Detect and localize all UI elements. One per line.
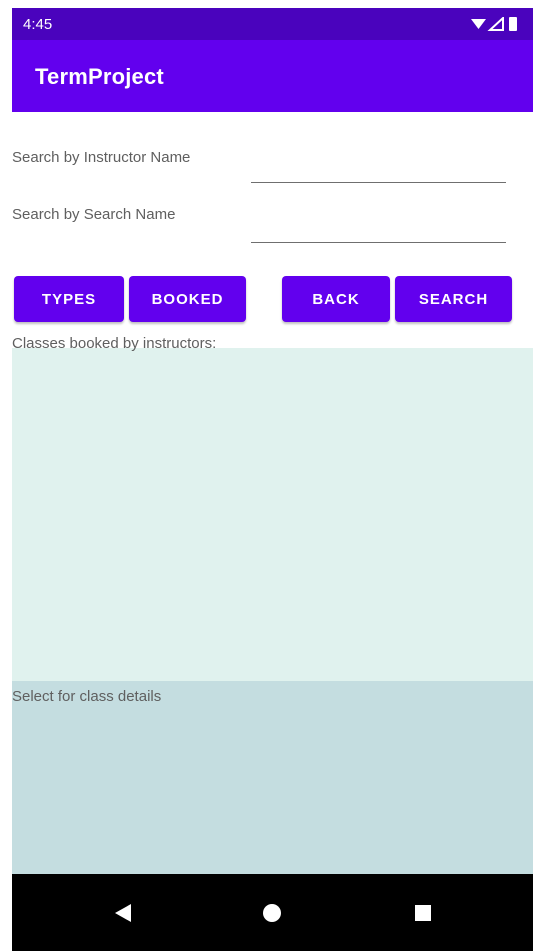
instructor-name-label: Search by Instructor Name	[12, 149, 191, 166]
types-button[interactable]: TYPES	[14, 276, 124, 322]
navigation-bar	[12, 874, 533, 951]
class-details-caption: Select for class details	[12, 688, 162, 705]
instructor-name-input[interactable]	[251, 150, 506, 183]
status-time: 4:45	[23, 16, 53, 33]
search-button[interactable]: SEARCH	[395, 276, 512, 322]
app-screen: 4:45 TermProject Search by Instructor Na…	[12, 8, 533, 951]
booked-classes-list[interactable]	[12, 348, 533, 681]
booked-classes-caption: Classes booked by instructors:	[12, 335, 217, 352]
battery-icon	[509, 17, 517, 31]
status-bar: 4:45	[12, 8, 533, 40]
nav-home-button[interactable]	[257, 898, 287, 928]
class-details-panel: Select for class details	[12, 681, 533, 874]
back-icon	[115, 904, 131, 922]
status-icons	[471, 17, 517, 31]
signal-icon	[487, 17, 504, 31]
booked-button[interactable]: BOOKED	[129, 276, 246, 322]
wifi-icon	[471, 19, 486, 29]
nav-back-button[interactable]	[107, 898, 137, 928]
recents-icon	[415, 905, 431, 921]
home-icon	[263, 904, 281, 922]
back-button[interactable]: BACK	[282, 276, 390, 322]
nav-recents-button[interactable]	[408, 898, 438, 928]
app-title: TermProject	[35, 64, 164, 89]
search-name-input[interactable]	[251, 210, 506, 243]
app-bar: TermProject	[12, 40, 533, 112]
search-name-label: Search by Search Name	[12, 206, 176, 223]
